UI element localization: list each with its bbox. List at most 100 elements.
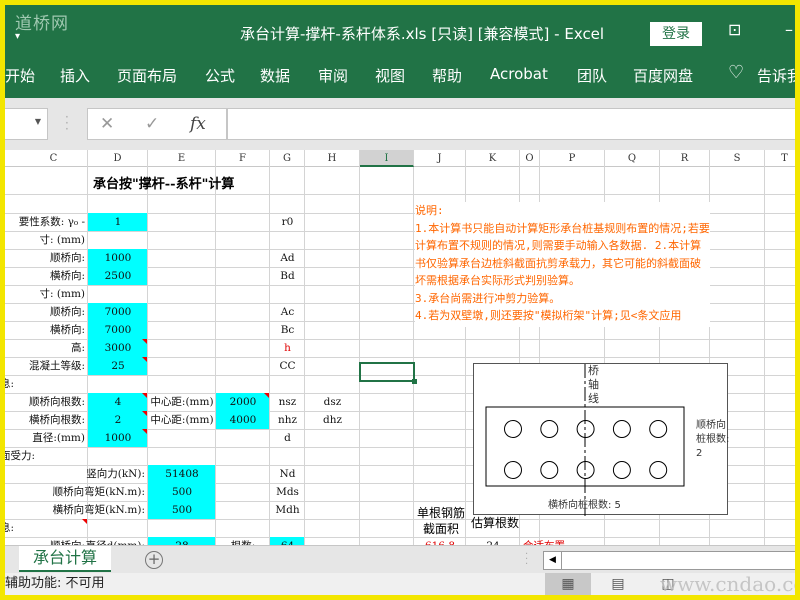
cell-G13[interactable]: nhz	[270, 411, 305, 429]
normal-view-icon[interactable]: ▦	[545, 573, 591, 595]
column-header-F[interactable]: F	[216, 150, 270, 167]
cell-J20[interactable]: 616.8	[414, 537, 466, 545]
cell-G2[interactable]: r0	[270, 213, 305, 231]
cell-G10[interactable]: CC	[270, 357, 305, 375]
cell-E20[interactable]: 28	[148, 537, 216, 545]
login-button[interactable]: 登录	[650, 22, 702, 46]
name-box[interactable]: ▼	[5, 108, 48, 140]
cell-C3[interactable]: 寸: (mm)	[40, 231, 85, 249]
cell-D20[interactable]: 直径d(mm):	[86, 537, 145, 545]
column-header-H[interactable]: H	[305, 150, 360, 167]
comment-indicator-icon[interactable]	[142, 393, 147, 398]
column-header-P[interactable]: P	[540, 150, 605, 167]
cell-C20[interactable]: 顺桥向:	[50, 537, 85, 545]
cell-E17[interactable]: 500	[148, 483, 216, 501]
cell-D12[interactable]: 4	[88, 393, 148, 411]
column-header-J[interactable]: J	[414, 150, 466, 167]
column-header-S[interactable]: S	[710, 150, 765, 167]
cell-D16[interactable]: 竖向力(kN):	[86, 465, 145, 483]
cell-C5[interactable]: 横桥向:	[50, 267, 85, 285]
cell-C7[interactable]: 顺桥向:	[50, 303, 85, 321]
cell-G5[interactable]: Bd	[270, 267, 305, 285]
cell-H13[interactable]: dhz	[305, 411, 360, 429]
cell-D2[interactable]: 1	[88, 213, 148, 231]
column-header-E[interactable]: E	[148, 150, 216, 167]
ribbon-tab[interactable]: Acrobat	[490, 65, 548, 83]
cell-D13[interactable]: 2	[88, 411, 148, 429]
cell-C11[interactable]: 息:	[5, 375, 14, 393]
resize-handle[interactable]: · · ·	[65, 111, 69, 135]
ribbon-tab[interactable]: 开始	[5, 65, 35, 86]
cell-G4[interactable]: Ad	[270, 249, 305, 267]
cell-F20[interactable]: 根数:	[216, 537, 270, 545]
cell-C14[interactable]: 直径:(mm)	[32, 429, 85, 447]
quick-access-dropdown[interactable]: ▾	[15, 31, 20, 42]
tab-split-handle[interactable]: · · ·	[525, 550, 528, 570]
check-icon[interactable]: ✓	[145, 114, 159, 134]
ribbon-tab[interactable]: 公式	[205, 65, 235, 86]
cell-D9[interactable]: 3000	[88, 339, 148, 357]
scroll-left-icon[interactable]: ◀	[544, 552, 562, 569]
cell-D8[interactable]: 7000	[88, 321, 148, 339]
cell-G20[interactable]: 64	[270, 537, 305, 545]
column-header-O[interactable]: O	[520, 150, 540, 167]
cell-C4[interactable]: 顺桥向:	[50, 249, 85, 267]
comment-indicator-icon[interactable]	[142, 339, 147, 344]
cell-C15[interactable]: 面受力:	[5, 447, 35, 465]
cell-G18[interactable]: Mdh	[270, 501, 305, 519]
cell-F13[interactable]: 4000	[216, 411, 270, 429]
cell-C19[interactable]: 息:	[5, 519, 14, 537]
cell-D4[interactable]: 1000	[88, 249, 148, 267]
ribbon-tab[interactable]: 数据	[260, 65, 290, 86]
column-header-R[interactable]: R	[660, 150, 710, 167]
ribbon-tab[interactable]: 帮助	[432, 65, 462, 86]
cell-G16[interactable]: Nd	[270, 465, 305, 483]
cell-C8[interactable]: 横桥向:	[50, 321, 85, 339]
ribbon-tab[interactable]: 团队	[577, 65, 607, 86]
ribbon-tab[interactable]: 视图	[375, 65, 405, 86]
column-header-I[interactable]: I	[360, 150, 414, 167]
page-layout-view-icon[interactable]: ▤	[595, 573, 641, 595]
cell-E12[interactable]: 中心距:(mm)	[148, 393, 216, 411]
formula-input[interactable]	[227, 108, 795, 140]
cell-G17[interactable]: Mds	[270, 483, 305, 501]
cell-C13[interactable]: 横桥向根数:	[29, 411, 85, 429]
cell-D5[interactable]: 2500	[88, 267, 148, 285]
cell-E16[interactable]: 51408	[148, 465, 216, 483]
comment-indicator-icon[interactable]	[264, 393, 269, 398]
cell-C6[interactable]: 寸: (mm)	[40, 285, 85, 303]
function-icon[interactable]: fx	[190, 114, 206, 134]
cell-D18[interactable]: 横桥向弯矩(kN.m):	[53, 501, 145, 519]
tell-me-search[interactable]: 告诉我	[757, 65, 795, 86]
cell-C10[interactable]: 混凝土等级:	[29, 357, 85, 375]
cell-E18[interactable]: 500	[148, 501, 216, 519]
cell-G14[interactable]: d	[270, 429, 305, 447]
cell-C12[interactable]: 顺桥向根数:	[29, 393, 85, 411]
cell-K20[interactable]: 24	[466, 537, 520, 545]
ribbon-tab[interactable]: 插入	[60, 65, 90, 86]
cell-C2[interactable]: 要性系数: γ₀ -	[19, 213, 85, 231]
cell-D17[interactable]: 顺桥向弯矩(kN.m):	[53, 483, 145, 501]
cell-D14[interactable]: 1000	[88, 429, 148, 447]
column-header-G[interactable]: G	[270, 150, 305, 167]
column-header-K[interactable]: K	[466, 150, 520, 167]
ribbon-display-icon[interactable]: ⊡	[728, 20, 741, 39]
column-header-D[interactable]: D	[88, 150, 148, 167]
cell-H12[interactable]: dsz	[305, 393, 360, 411]
comment-indicator-icon[interactable]	[82, 519, 87, 524]
cell-D7[interactable]: 7000	[88, 303, 148, 321]
minimize-button[interactable]: –	[785, 20, 793, 39]
ribbon-tab[interactable]: 审阅	[318, 65, 348, 86]
comment-indicator-icon[interactable]	[142, 357, 147, 362]
ribbon-tab[interactable]: 页面布局	[117, 65, 177, 86]
ribbon-tab[interactable]: 百度网盘	[633, 65, 693, 86]
column-header-Q[interactable]: Q	[605, 150, 660, 167]
column-header-T[interactable]: T	[765, 150, 795, 167]
cancel-icon[interactable]: ✕	[100, 114, 114, 134]
cell-G12[interactable]: nsz	[270, 393, 305, 411]
column-header-C[interactable]: C	[20, 150, 88, 167]
cell-G7[interactable]: Ac	[270, 303, 305, 321]
horizontal-scrollbar[interactable]: ◀	[543, 551, 795, 570]
cell-F12[interactable]: 2000	[216, 393, 270, 411]
cell-C9[interactable]: 高:	[71, 339, 85, 357]
